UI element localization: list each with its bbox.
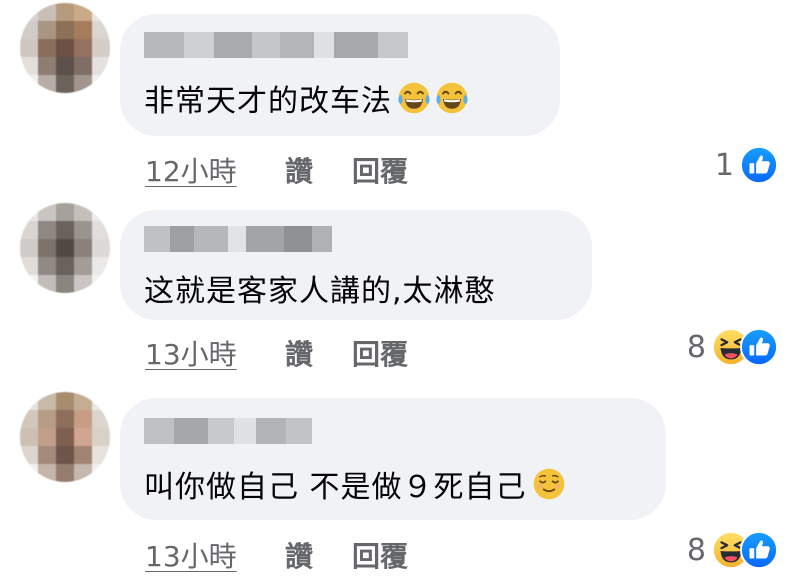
reaction-summary[interactable]: 1 <box>715 146 778 184</box>
like-button[interactable]: 讚 <box>285 150 352 190</box>
relieved-emoji <box>531 466 567 502</box>
comment-bubble: 非常天才的改车法 <box>120 14 560 136</box>
like-button[interactable]: 讚 <box>285 333 352 373</box>
reply-button[interactable]: 回覆 <box>352 333 408 373</box>
comment-text-body: 这就是客家人講的,太淋憨 <box>144 274 496 309</box>
like-icon <box>740 531 778 569</box>
commenter-name-blurred[interactable] <box>144 226 332 252</box>
like-icon <box>740 146 778 184</box>
timestamp-link[interactable]: 12小時 <box>145 150 285 190</box>
timestamp-link[interactable]: 13小時 <box>145 535 285 575</box>
comment-text-body: 叫你做自己 不是做９死自己 <box>144 470 527 505</box>
comment-actions: 13小時 讚 回覆 <box>145 535 408 575</box>
reaction-summary[interactable]: 8 <box>687 328 778 366</box>
reaction-count: 8 <box>686 329 706 365</box>
like-button[interactable]: 讚 <box>285 535 352 575</box>
joy-emoji <box>396 80 432 116</box>
avatar[interactable] <box>20 203 110 293</box>
like-icon <box>740 328 778 366</box>
comment-text: 叫你做自己 不是做９死自己 <box>144 462 567 506</box>
comment-text-body: 非常天才的改车法 <box>144 84 392 119</box>
commenter-name-blurred[interactable] <box>144 32 408 58</box>
reaction-count: 8 <box>686 532 706 568</box>
commenter-name-blurred[interactable] <box>144 418 312 444</box>
reaction-count: 1 <box>714 147 734 183</box>
avatar[interactable] <box>20 392 110 482</box>
comment-text: 这就是客家人講的,太淋憨 <box>144 266 496 310</box>
avatar[interactable] <box>20 3 110 93</box>
reaction-summary[interactable]: 8 <box>687 531 778 569</box>
comment-bubble: 叫你做自己 不是做９死自己 <box>120 398 666 520</box>
comment-text: 非常天才的改车法 <box>144 76 470 120</box>
reply-button[interactable]: 回覆 <box>352 535 408 575</box>
timestamp-link[interactable]: 13小時 <box>145 333 285 373</box>
comment-actions: 13小時 讚 回覆 <box>145 333 408 373</box>
comment-bubble: 这就是客家人講的,太淋憨 <box>120 210 592 320</box>
comment-actions: 12小時 讚 回覆 <box>145 150 408 190</box>
joy-emoji <box>434 80 470 116</box>
reply-button[interactable]: 回覆 <box>352 150 408 190</box>
